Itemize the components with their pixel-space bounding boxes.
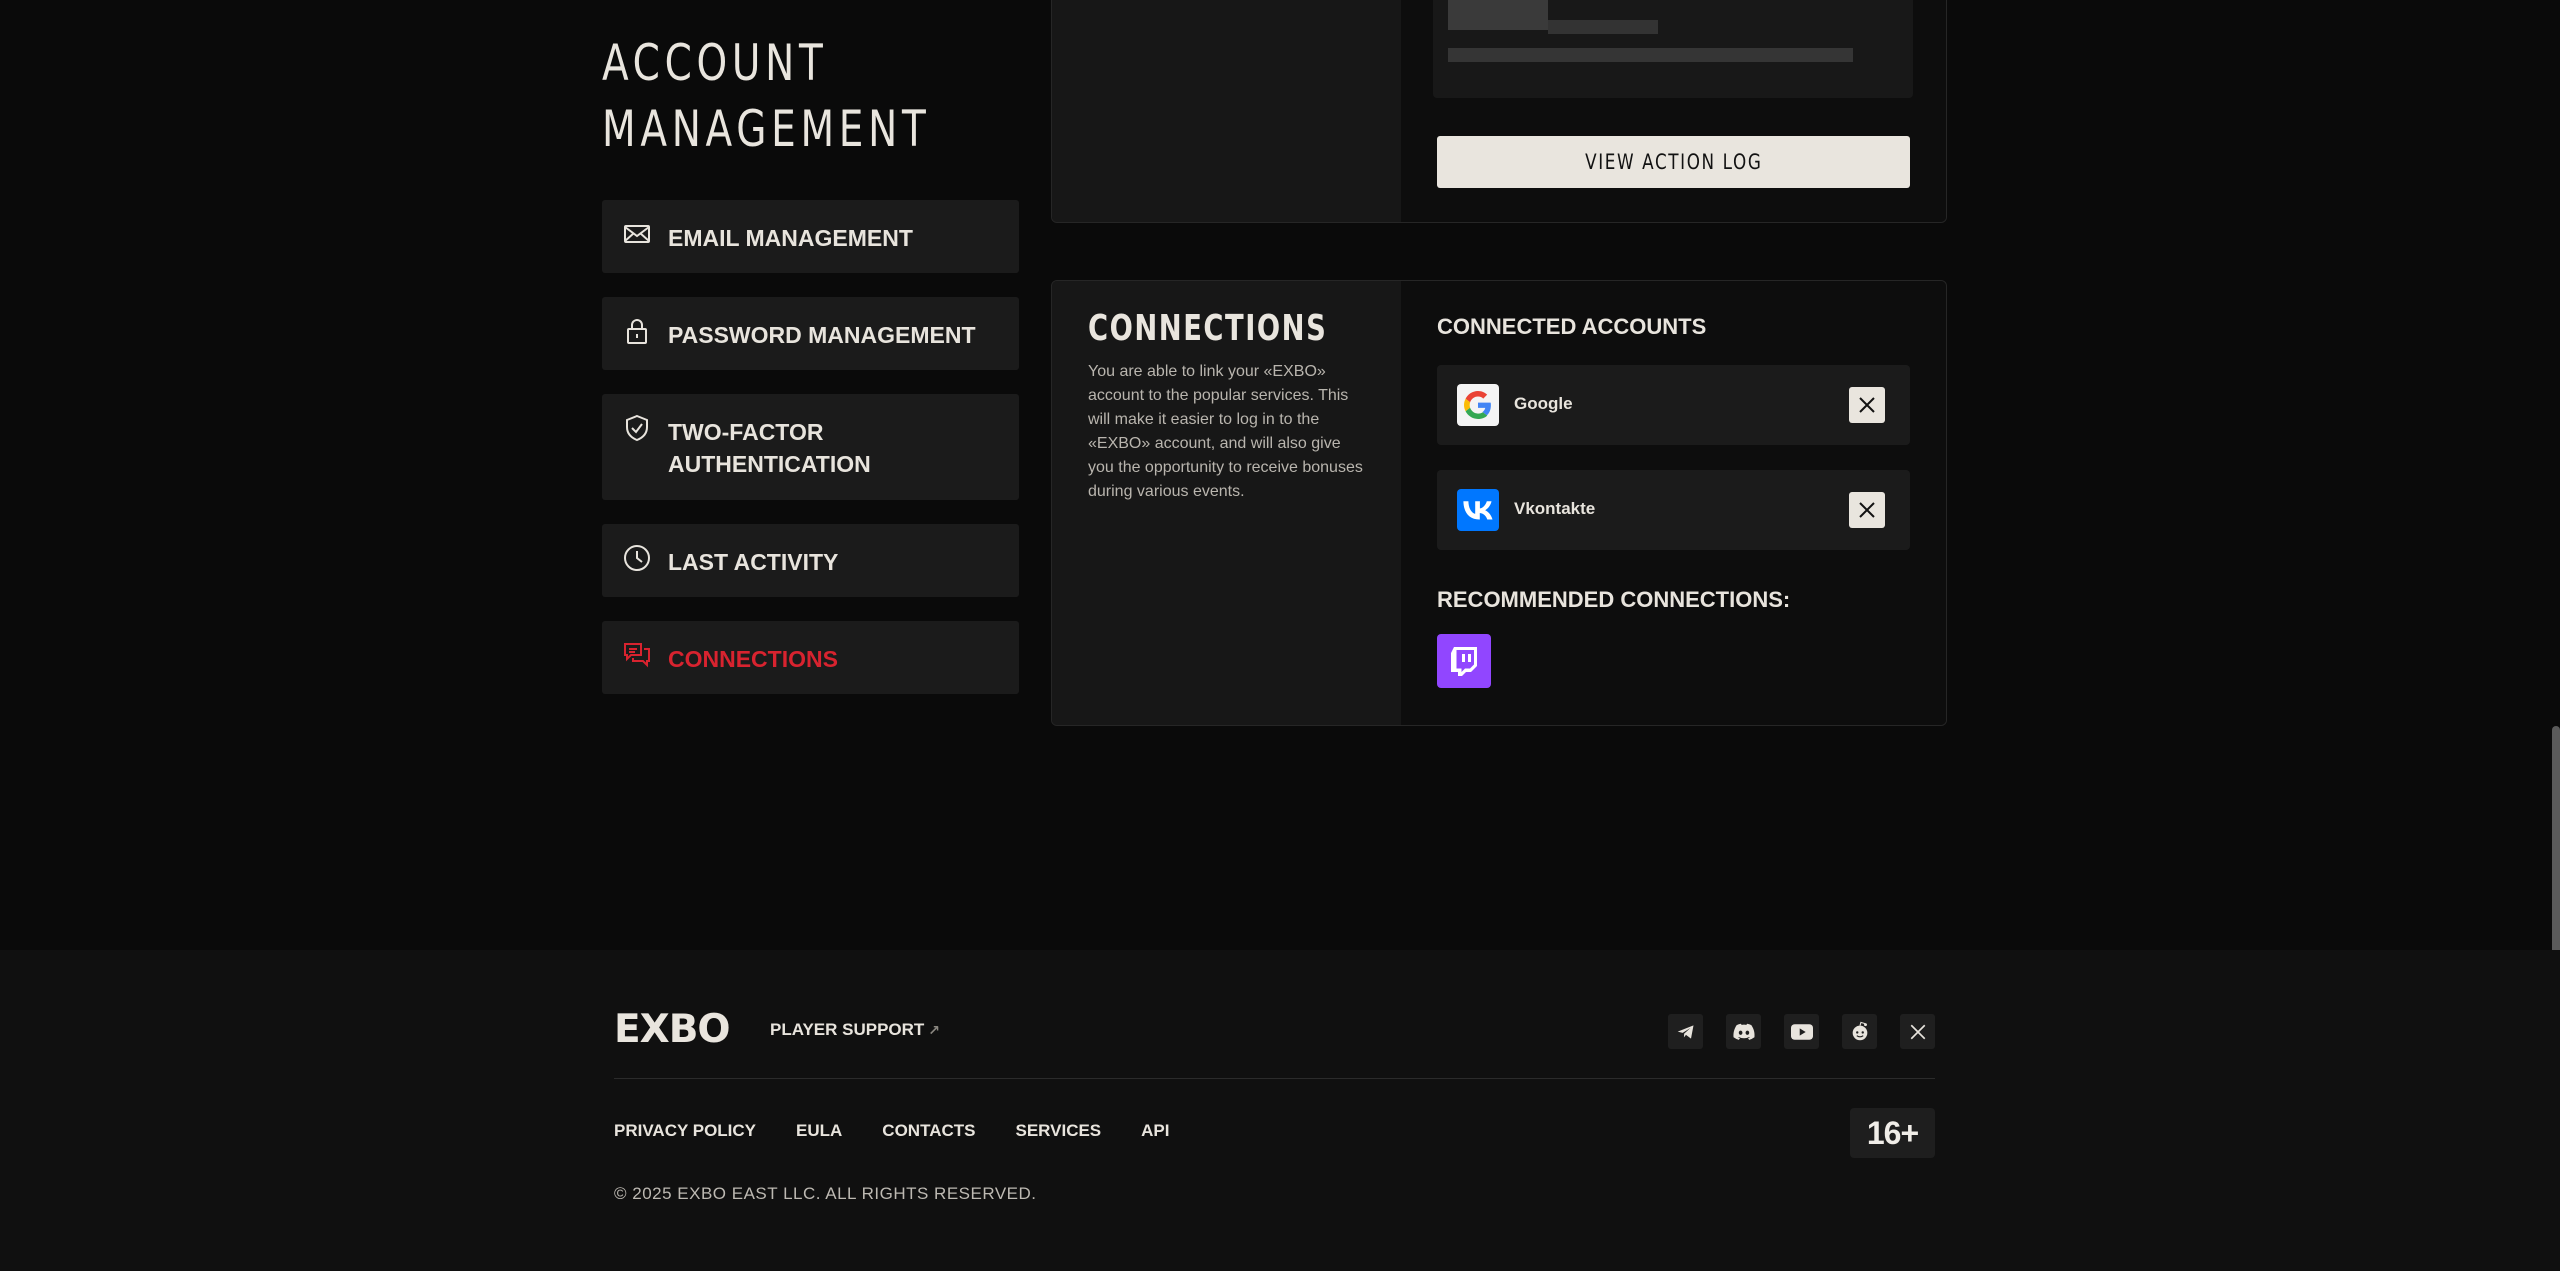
shield-check-icon [626,414,648,442]
account-name: Google [1514,394,1573,413]
contacts-link[interactable]: CONTACTS [882,1121,975,1141]
nav-item-label: TWO-FACTOR AUTHENTICATION [668,394,871,480]
close-icon [1859,502,1875,518]
disconnect-google-button[interactable] [1849,387,1885,423]
page-scrollbar-thumb[interactable] [2552,726,2560,960]
envelope-icon [624,225,650,243]
nav-item-label-line-1: TWO-FACTOR [668,419,824,445]
api-link[interactable]: API [1141,1121,1169,1141]
nav-item-connections[interactable]: CONNECTIONS [602,621,1019,694]
discord-icon[interactable] [1726,1014,1761,1049]
connect-twitch-button[interactable] [1437,634,1491,688]
page-title-line-2: MANAGEMENT [602,100,931,158]
twitch-icon [1451,647,1477,676]
exbo-logo[interactable]: EXBO [614,1010,731,1050]
footer-divider [614,1078,1935,1079]
external-link-icon: ↗ [928,1022,941,1038]
nav-item-label: EMAIL MANAGEMENT [668,225,913,251]
connections-description: You are able to link your «EXBO» account… [1088,363,1363,500]
connected-account-google: Google [1437,365,1910,445]
connected-accounts-title: CONNECTED ACCOUNTS [1437,314,1707,339]
connections-title: CONNECTIONS [1088,308,1328,349]
eula-link[interactable]: EULA [796,1121,842,1141]
nav-item-two-factor-authentication[interactable]: TWO-FACTOR AUTHENTICATION [602,394,1019,500]
nav-item-email-management[interactable]: EMAIL MANAGEMENT [602,200,1019,273]
nav-item-label: CONNECTIONS [668,646,838,672]
chat-icon [624,643,650,668]
copyright-text: © 2025 EXBO EAST LLC. ALL RIGHTS RESERVE… [614,1184,1037,1203]
age-rating-badge: 16+ [1850,1108,1935,1158]
disconnect-vkontakte-button[interactable] [1849,492,1885,528]
page-title-line-1: ACCOUNT [602,34,828,92]
recent-action-preview [1433,0,1913,98]
blurred-avatar [1448,0,1548,30]
nav-item-password-management[interactable]: PASSWORD MANAGEMENT [602,297,1019,370]
privacy-policy-link[interactable]: PRIVACY POLICY [614,1121,756,1141]
google-icon [1457,384,1499,426]
blurred-text-line [1548,20,1658,34]
youtube-icon[interactable] [1784,1014,1819,1049]
nav-item-label: PASSWORD MANAGEMENT [668,322,976,348]
footer-links: PRIVACY POLICY EULA CONTACTS SERVICES AP… [614,1121,1170,1141]
blurred-text-line [1448,48,1853,62]
vk-icon [1457,489,1499,531]
nav-item-label: LAST ACTIVITY [668,549,839,575]
lock-icon [627,319,647,344]
recommended-connections-title: RECOMMENDED CONNECTIONS: [1437,587,1791,612]
social-links [1668,1014,1935,1049]
player-support-label: PLAYER SUPPORT [770,1020,925,1039]
nav-item-label-line-2: AUTHENTICATION [668,451,871,477]
card-left-column [1052,0,1401,222]
page-title: ACCOUNT MANAGEMENT [602,30,1070,162]
account-sidebar-nav: EMAIL MANAGEMENT PASSWORD MANAGEMENT TWO… [602,200,1019,718]
clock-icon [624,545,650,571]
view-action-log-label: VIEW ACTION LOG [1584,150,1763,174]
reddit-icon[interactable] [1842,1014,1877,1049]
account-name: Vkontakte [1514,499,1596,518]
player-support-link[interactable]: PLAYER SUPPORT ↗ [770,1020,940,1040]
x-icon[interactable] [1900,1014,1935,1049]
close-icon [1859,397,1875,413]
site-footer [0,950,2560,1271]
services-link[interactable]: SERVICES [1015,1121,1101,1141]
telegram-icon[interactable] [1668,1014,1703,1049]
view-action-log-button[interactable]: VIEW ACTION LOG [1437,136,1910,188]
nav-item-last-activity[interactable]: LAST ACTIVITY [602,524,1019,597]
connected-account-vkontakte: Vkontakte [1437,470,1910,550]
